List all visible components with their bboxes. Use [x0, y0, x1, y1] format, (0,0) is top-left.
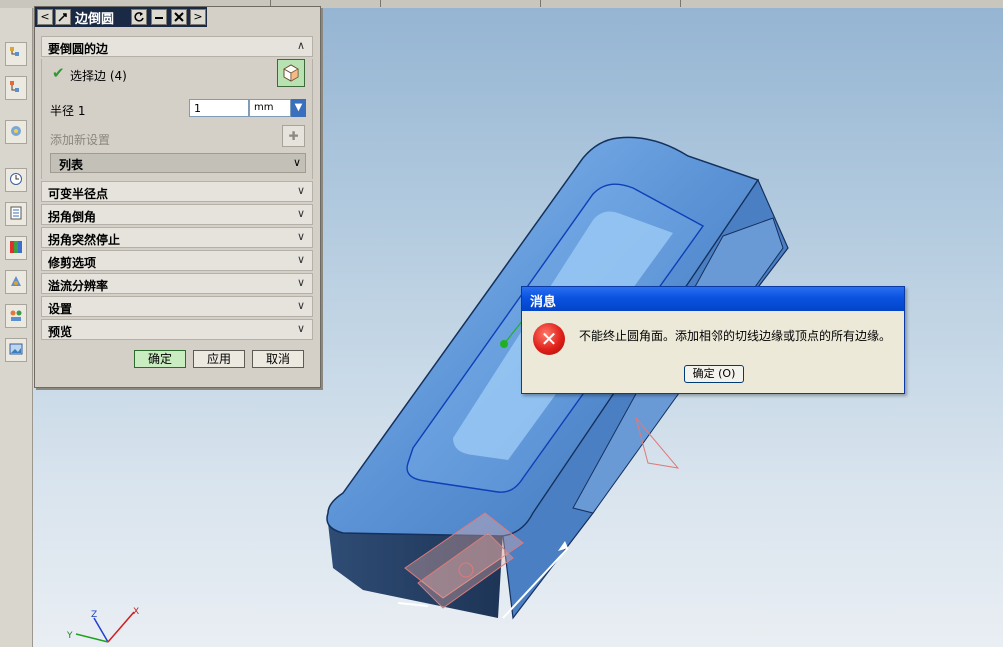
edge-blend-dialog: < 边倒圆 > 要倒圆的边 ∧ ✔ 选择边 (4) 半径 1 mm ▼ 添加新设… [34, 6, 321, 388]
close-icon [174, 12, 184, 22]
cancel-button[interactable]: 取消 [252, 350, 304, 368]
chevron-down-icon: ∨ [296, 276, 306, 289]
dialog-titlebar[interactable]: < 边倒圆 > [35, 7, 207, 27]
triad-z-label: Z [91, 610, 97, 620]
section-corner-setback[interactable]: 拐角倒角 ∨ [41, 204, 313, 225]
toolbar-segment [540, 0, 681, 7]
chevron-down-icon: ∨ [296, 207, 306, 220]
checkmark-icon: ✔ [52, 64, 65, 82]
palette-button[interactable] [5, 236, 27, 260]
radius-input[interactable] [189, 99, 249, 117]
section-label: 预览 [48, 325, 73, 339]
chevron-down-icon: ∨ [292, 156, 301, 169]
message-ok-button[interactable]: 确定 (O) [684, 365, 744, 383]
chevron-down-icon: ∨ [296, 322, 306, 335]
section-overflow[interactable]: 溢流分辨率 ∨ [41, 273, 313, 294]
message-title: 消息 [530, 295, 557, 310]
close-button[interactable] [171, 9, 187, 25]
radius-label: 半径 1 [50, 104, 86, 118]
add-set-button[interactable]: ✚ [282, 125, 305, 147]
select-edge-button[interactable] [277, 59, 305, 87]
history-images-button[interactable] [5, 338, 27, 362]
message-dialog: 消息 ✕ 不能终止圆角面。添加相邻的切线边缘或顶点的所有边缘。 确定 (O) [521, 286, 905, 394]
ok-button[interactable]: 确定 [134, 350, 186, 368]
triad-y-label: Y [66, 631, 73, 641]
chevron-down-icon: ∨ [296, 253, 306, 266]
part-navigator-icon [10, 81, 19, 92]
people-icon [10, 310, 22, 321]
message-text: 不能终止圆角面。添加相邻的切线边缘或顶点的所有边缘。 [579, 329, 892, 343]
toolbar-segment [380, 0, 541, 7]
system-materials-button[interactable] [5, 202, 27, 226]
reset-button[interactable] [131, 9, 147, 25]
assembly-navigator-icon [10, 47, 19, 56]
resource-bar [0, 8, 33, 647]
add-new-set-label: 添加新设置 [50, 133, 111, 147]
error-x-icon: ✕ [533, 323, 565, 355]
message-titlebar[interactable]: 消息 [522, 287, 904, 311]
section-label: 拐角倒角 [48, 210, 97, 224]
section-edges-body: ✔ 选择边 (4) 半径 1 mm ▼ 添加新设置 ✚ 列表 ∨ [41, 59, 313, 179]
section-label: 拐角突然停止 [48, 233, 121, 247]
reuse-library-button[interactable] [5, 120, 27, 144]
web-browser-button[interactable] [5, 304, 27, 328]
section-settings[interactable]: 设置 ∨ [41, 296, 313, 317]
list-label: 列表 [59, 158, 84, 172]
datum-plane [635, 417, 680, 469]
section-label: 溢流分辨率 [48, 279, 109, 293]
radius-unit[interactable]: mm [249, 99, 291, 117]
dialog-option-button[interactable] [55, 9, 71, 25]
list-section[interactable]: 列表 ∨ [50, 153, 306, 173]
color-palette-icon [10, 241, 22, 253]
chevron-down-icon: ∨ [296, 299, 306, 312]
list-icon [10, 206, 22, 220]
cube-select-icon [283, 64, 299, 82]
section-variable-radius[interactable]: 可变半径点 ∨ [41, 181, 313, 202]
section-trim-options[interactable]: 修剪选项 ∨ [41, 250, 313, 271]
reset-icon [134, 12, 144, 22]
section-label: 设置 [48, 302, 73, 316]
section-edges-to-fillet[interactable]: 要倒圆的边 ∧ [41, 36, 313, 57]
section-label: 修剪选项 [48, 256, 97, 270]
roles-button[interactable] [5, 270, 27, 294]
down-arrow-icon[interactable]: ▼ [291, 99, 306, 117]
section-preview[interactable]: 预览 ∨ [41, 319, 313, 340]
pin-icon [58, 13, 67, 22]
chevron-up-icon: ∧ [296, 39, 306, 52]
part-navigator-button[interactable] [5, 76, 27, 100]
reduce-dialog-button[interactable]: < [37, 9, 53, 25]
roles-icon [11, 276, 21, 286]
section-stop-short[interactable]: 拐角突然停止 ∨ [41, 227, 313, 248]
expand-dialog-button[interactable]: > [190, 9, 206, 25]
add-set-icon: ✚ [288, 129, 299, 143]
section-label: 可变半径点 [48, 187, 109, 201]
chevron-down-icon: ∨ [296, 184, 306, 197]
select-edge-label: 选择边 (4) [70, 69, 127, 83]
direction-arrow [397, 602, 429, 607]
clock-icon [10, 173, 22, 185]
image-icon [9, 343, 23, 355]
chevron-down-icon: ∨ [296, 230, 306, 243]
triad-x-label: X [133, 607, 139, 617]
reuse-library-icon [11, 126, 21, 136]
dialog-title: 边倒圆 [75, 12, 115, 27]
assembly-navigator-button[interactable] [5, 42, 27, 66]
section-label: 要倒圆的边 [48, 42, 109, 56]
apply-button[interactable]: 应用 [193, 350, 245, 368]
wcs-triad: X Z Y [66, 607, 139, 643]
history-button[interactable] [5, 168, 27, 192]
minimize-icon [155, 17, 163, 19]
minimize-button[interactable] [151, 9, 167, 25]
